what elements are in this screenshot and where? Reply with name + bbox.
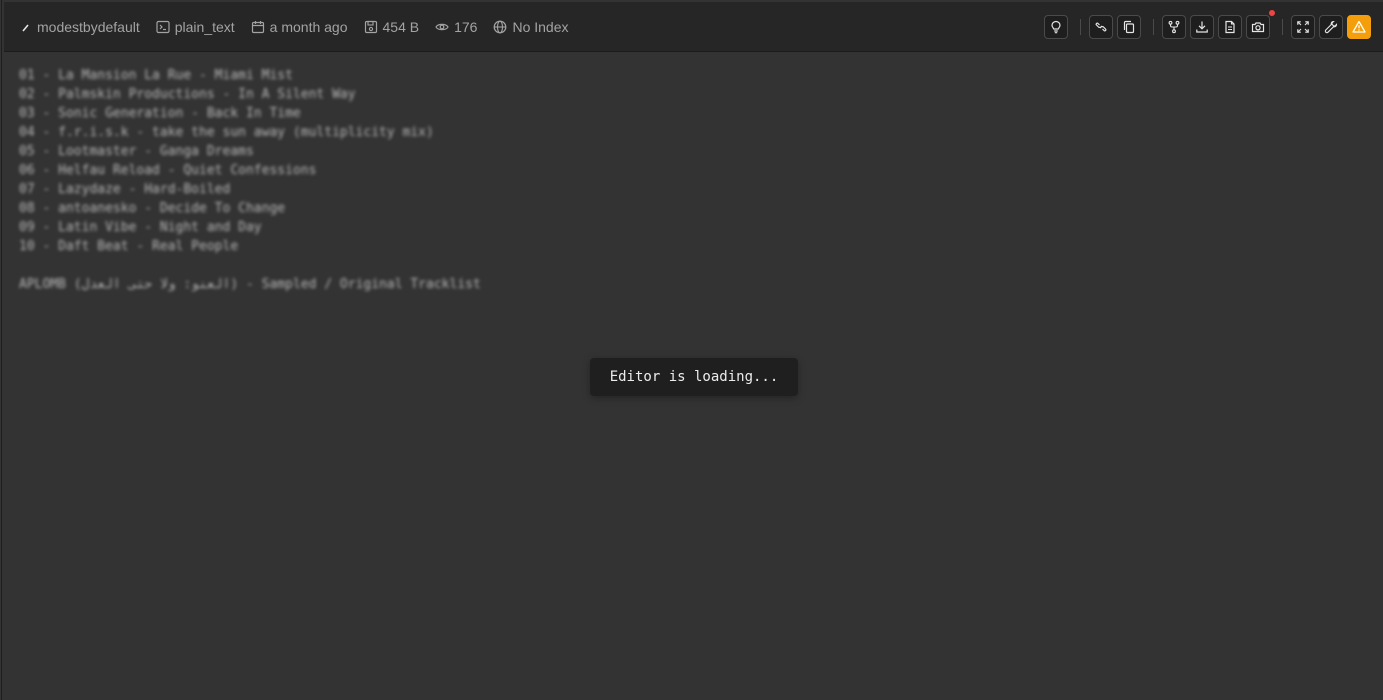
editor-line: 06 - Helfau Reload - Quiet Confessions [19,163,317,178]
loading-message: Editor is loading... [609,369,779,385]
editor-line: 02 - Palmskin Productions - In A Silent … [19,87,356,102]
date-info: a month ago [251,19,348,35]
lightbulb-icon [1051,20,1061,34]
copy-button[interactable] [1117,15,1141,39]
index-status: No Index [493,19,569,35]
copy-icon [1123,20,1135,34]
report-button[interactable] [1347,15,1371,39]
top-bar: modestbydefault plain_text a month ago 4… [4,2,1383,52]
editor-line: APLOMB (العنو: ولا حتى العدل) - Sampled … [19,277,481,292]
download-icon [1196,21,1208,33]
fullscreen-icon [1297,21,1309,33]
views-info: 176 [435,19,477,35]
size-label: 454 B [382,19,420,35]
toolbar-actions [1040,2,1371,52]
editor-line: 01 - La Mansion La Rue - Miami Mist [19,68,293,83]
toolbar-divider [1080,19,1081,35]
copy-link-button[interactable] [1089,15,1113,39]
app-frame: modestbydefault plain_text a month ago 4… [1,0,1383,700]
editor-line: 04 - f.r.i.s.k - take the sun away (mult… [19,125,434,140]
user-icon [18,20,32,34]
fork-button[interactable] [1162,15,1186,39]
file-icon [1225,20,1235,34]
editor-line: 10 - Daft Beat - Real People [19,239,239,254]
camera-icon [1251,22,1265,33]
fullscreen-button[interactable] [1291,15,1315,39]
calendar-icon [251,20,265,34]
language-label: plain_text [174,19,235,35]
views-count: 176 [454,19,478,35]
author-link[interactable]: modestbydefault [18,19,140,35]
notification-dot [1269,10,1275,16]
author-name: modestbydefault [37,19,140,35]
warning-icon [1352,20,1366,33]
editor-line: 08 - antoanesko - Decide To Change [19,201,286,216]
raw-file-button[interactable] [1218,15,1242,39]
fork-icon [1168,20,1180,34]
paste-metadata: modestbydefault plain_text a month ago 4… [18,2,585,52]
size-info: 454 B [364,19,420,35]
terminal-icon [156,20,170,34]
language-tag[interactable]: plain_text [156,19,235,35]
toolbar-divider [1282,19,1283,35]
index-label: No Index [512,19,569,35]
tips-button[interactable] [1044,15,1068,39]
save-icon [364,20,378,34]
eye-icon [435,20,449,34]
editor-line: 05 - Lootmaster - Ganga Dreams [19,144,254,159]
editor-line: 09 - Latin Vibe - Night and Day [19,220,262,235]
screenshot-button[interactable] [1246,10,1275,39]
date-label: a month ago [269,19,348,35]
wrench-icon [1324,20,1338,34]
toolbar-divider [1153,19,1154,35]
loading-toast: Editor is loading... [590,358,798,396]
globe-icon [493,20,507,34]
download-button[interactable] [1190,15,1214,39]
code-editor[interactable]: 01 - La Mansion La Rue - Miami Mist 02 - … [19,66,481,294]
settings-button[interactable] [1319,15,1343,39]
editor-line: 03 - Sonic Generation - Back In Time [19,106,301,121]
editor-line: 07 - Lazydaze - Hard-Boiled [19,182,231,197]
link-icon [1095,22,1107,32]
